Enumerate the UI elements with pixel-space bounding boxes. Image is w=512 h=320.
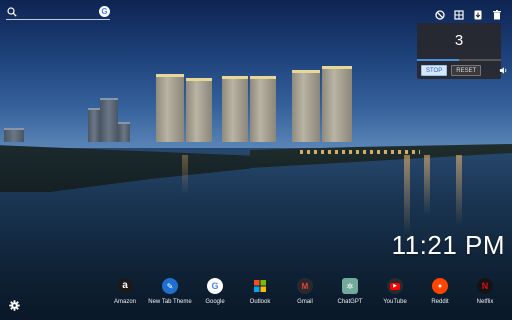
new-tab-theme-glyph: ✎ (166, 281, 174, 291)
wallpaper-tower (186, 78, 212, 142)
shortcut-chatgpt[interactable]: ✲ ChatGPT (327, 278, 373, 314)
shortcut-label: Gmail (297, 299, 313, 305)
chatgpt-glyph: ✲ (346, 281, 354, 291)
shortcut-outlook[interactable]: Outlook (237, 278, 283, 314)
wallpaper-tower (118, 122, 130, 142)
timer-controls: STOP RESET (421, 65, 508, 76)
netflix-icon: N (477, 278, 493, 294)
timer-display: 3 (454, 32, 464, 49)
shortcuts-dock: a Amazon ✎ New Tab Theme G Google Outloo… (102, 278, 502, 314)
wallpaper-tower (322, 66, 352, 142)
download-icon[interactable] (472, 9, 483, 20)
wallpaper-tower (156, 74, 184, 142)
shortcut-label: Outlook (249, 299, 271, 305)
grid-icon[interactable] (453, 9, 464, 20)
shortcut-google[interactable]: G Google (192, 278, 238, 314)
google-icon: G (207, 278, 223, 294)
timer-reset-button[interactable]: RESET (451, 65, 482, 76)
shortcut-label: Netflix (476, 299, 494, 305)
search-icon (7, 7, 17, 17)
shortcut-label: Amazon (113, 299, 136, 305)
top-toolbar (434, 9, 502, 20)
shortcut-label: ChatGPT (337, 299, 363, 305)
gmail-glyph: M (301, 281, 309, 291)
google-engine-icon[interactable]: G (99, 6, 110, 17)
shortcut-reddit[interactable]: ● Reddit (417, 278, 463, 314)
google-glyph: G (211, 281, 219, 291)
sound-icon[interactable] (499, 66, 508, 75)
youtube-glyph: ▶ (390, 282, 400, 290)
youtube-icon: ▶ (387, 278, 403, 294)
shortcut-label: Reddit (431, 299, 449, 305)
timer-progress-bar (417, 59, 501, 61)
wallpaper-lights (300, 150, 420, 154)
shortcut-label: YouTube (383, 299, 407, 305)
wallpaper-reflection (456, 155, 462, 225)
wallpaper-tower (100, 98, 118, 142)
timer-panel: 3 STOP RESET (417, 23, 507, 79)
reddit-glyph: ● (437, 282, 443, 290)
shortcut-amazon[interactable]: a Amazon (102, 278, 148, 314)
wallpaper-tower (250, 76, 276, 142)
wallpaper-reflection (404, 155, 410, 235)
timer-progress-fill (417, 59, 459, 61)
wallpaper-tower (222, 76, 248, 142)
shortcut-new-tab-theme[interactable]: ✎ New Tab Theme (147, 278, 193, 314)
windows-logo-icon (254, 280, 266, 292)
gear-icon[interactable] (9, 300, 20, 311)
wallpaper-tower (88, 108, 100, 142)
timer-stop-button[interactable]: STOP (421, 65, 448, 76)
wallpaper-tower (292, 70, 320, 142)
shortcut-label: New Tab Theme (148, 299, 192, 305)
shortcut-youtube[interactable]: ▶ YouTube (372, 278, 418, 314)
search-bar[interactable]: G (6, 6, 110, 20)
shortcut-gmail[interactable]: M Gmail (282, 278, 328, 314)
no-ads-icon[interactable] (434, 9, 445, 20)
outlook-icon (252, 278, 268, 294)
gmail-icon: M (297, 278, 313, 294)
trash-icon[interactable] (491, 9, 502, 20)
new-tab-theme-icon: ✎ (162, 278, 178, 294)
wallpaper-tower (4, 128, 24, 142)
wallpaper-reflection (424, 155, 430, 215)
search-input[interactable] (20, 6, 94, 18)
wallpaper-reflection (182, 155, 188, 195)
reddit-icon: ● (432, 278, 448, 294)
shortcut-label: Google (205, 299, 225, 305)
shortcut-netflix[interactable]: N Netflix (462, 278, 508, 314)
clock-time: 11:21 PM (391, 230, 505, 260)
chatgpt-icon: ✲ (342, 278, 358, 294)
amazon-glyph: a (122, 280, 128, 291)
amazon-icon: a (117, 278, 133, 294)
netflix-glyph: N (481, 281, 489, 291)
